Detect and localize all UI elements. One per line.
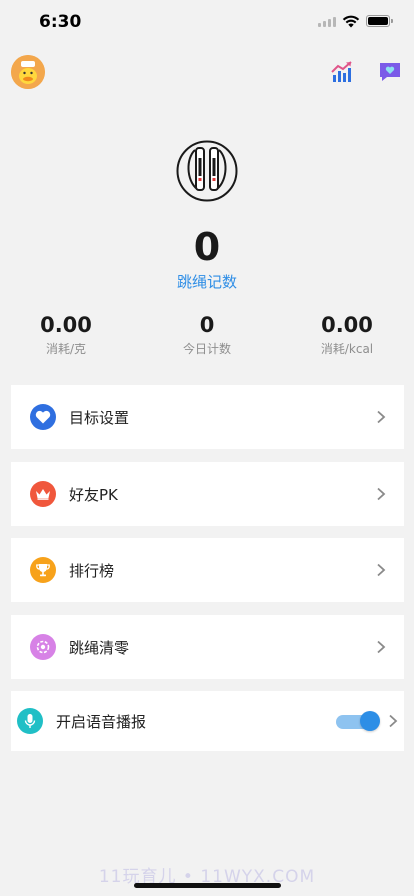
voice-broadcast-label: 开启语音播报 <box>56 712 147 731</box>
stat-calories-kcal: 0.00 消耗/kcal <box>287 312 407 357</box>
status-time: 6:30 <box>39 12 82 32</box>
menu-item-reset-count[interactable]: 跳绳清零 <box>11 615 404 679</box>
menu-item-label: 跳绳清零 <box>69 638 130 657</box>
jump-rope-icon <box>176 140 238 202</box>
menu-item-label: 排行榜 <box>69 561 115 580</box>
stat-value: 0.00 <box>321 313 373 337</box>
reset-icon <box>30 634 56 660</box>
microphone-icon <box>17 708 43 734</box>
toggle-knob <box>360 711 380 731</box>
menu-item-label: 好友PK <box>69 485 118 504</box>
duck-avatar-icon <box>11 55 45 89</box>
menu-item-friend-pk[interactable]: 好友PK <box>11 462 404 526</box>
jump-count-label: 跳绳记数 <box>176 273 237 291</box>
voice-broadcast-toggle[interactable] <box>336 710 380 732</box>
menu-item-leaderboard[interactable]: 排行榜 <box>11 538 404 602</box>
jump-rope-logo <box>176 140 238 202</box>
stat-label: 消耗/kcal <box>320 342 374 356</box>
battery-icon <box>366 15 390 27</box>
bar-chart-icon <box>331 61 352 82</box>
avatar[interactable] <box>11 55 45 89</box>
cellular-signal-icon <box>318 17 336 27</box>
message-button[interactable] <box>377 60 403 84</box>
chevron-right-icon <box>377 410 386 424</box>
stat-label: 消耗/克 <box>45 342 87 356</box>
menu-item-label: 目标设置 <box>69 408 130 427</box>
chevron-right-icon <box>377 563 386 577</box>
chevron-right-icon <box>377 640 386 654</box>
jump-count-value: 0 <box>193 225 221 269</box>
voice-broadcast-row: 开启语音播报 <box>11 691 404 751</box>
stat-value: 0 <box>199 313 215 337</box>
heart-icon <box>30 404 56 430</box>
statistics-chart-button[interactable] <box>330 60 354 84</box>
status-bar: 6:30 <box>0 0 414 44</box>
stat-today-count: 0 今日计数 <box>147 312 267 357</box>
chevron-right-icon[interactable] <box>388 714 398 728</box>
stat-label: 今日计数 <box>182 342 231 356</box>
heart-message-icon <box>380 63 400 81</box>
crown-icon <box>30 481 56 507</box>
menu-item-goal-settings[interactable]: 目标设置 <box>11 385 404 449</box>
trophy-icon <box>30 557 56 583</box>
battery-tip <box>391 19 393 23</box>
wifi-icon <box>342 15 360 28</box>
home-indicator[interactable] <box>134 883 281 888</box>
stat-value: 0.00 <box>40 313 92 337</box>
stat-calories-gram: 0.00 消耗/克 <box>6 312 126 357</box>
chevron-right-icon <box>377 487 386 501</box>
